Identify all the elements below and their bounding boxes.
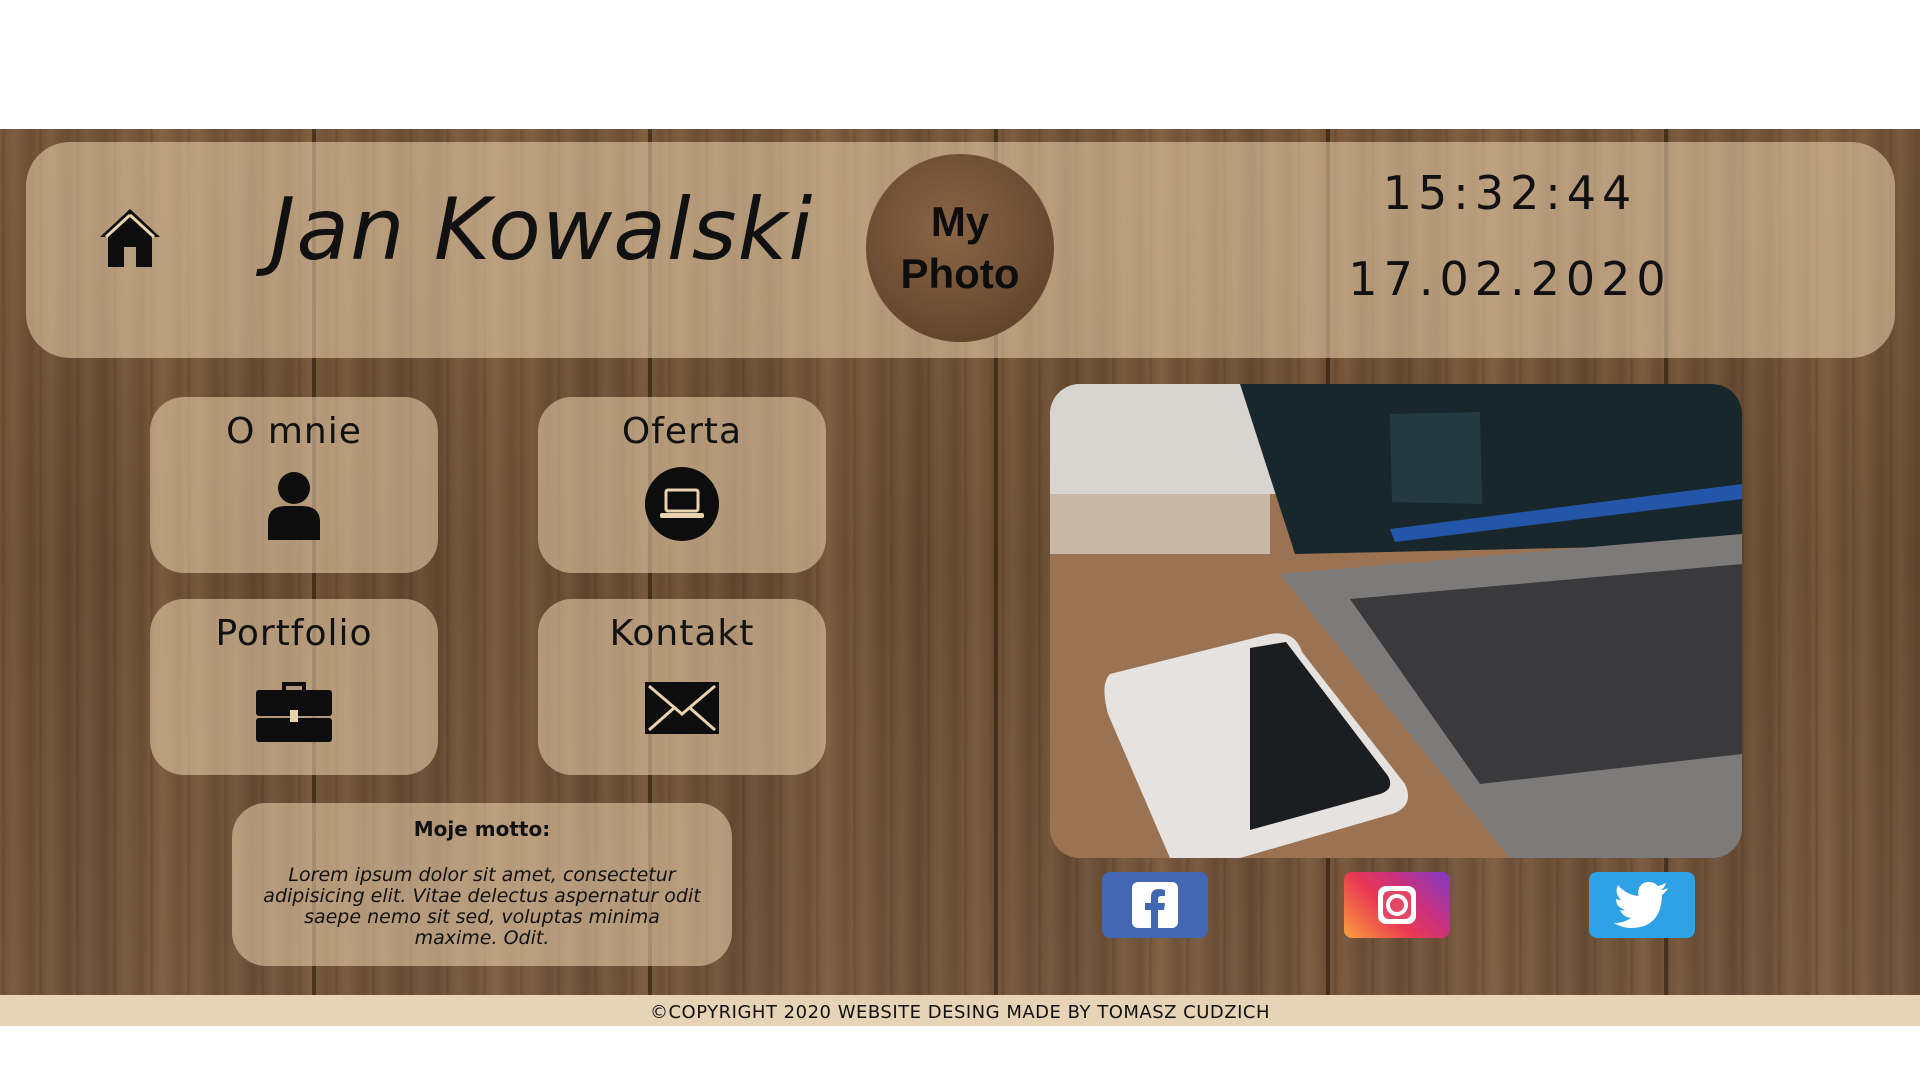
- twitter-icon: [1614, 882, 1668, 928]
- page: Jan Kowalski My Photo 15:32:44 17.02.202…: [0, 0, 1920, 1080]
- twitter-button[interactable]: [1589, 872, 1695, 938]
- motto-title: Moje motto:: [413, 817, 551, 841]
- facebook-button[interactable]: [1102, 872, 1208, 938]
- nav-tile-portfolio[interactable]: Portfolio: [150, 599, 438, 775]
- nav-tile-label: O mnie: [226, 411, 362, 452]
- briefcase-icon: [256, 668, 332, 744]
- nav-tile-label: Kontakt: [609, 613, 755, 654]
- page-title: Jan Kowalski: [270, 180, 814, 280]
- facebook-icon: [1132, 882, 1178, 928]
- nav-tile-offer[interactable]: Oferta: [538, 397, 826, 573]
- profile-photo: My Photo: [866, 154, 1054, 342]
- footer-copyright: ©COPYRIGHT 2020 WEBSITE DESING MADE BY T…: [649, 1002, 1271, 1023]
- home-icon[interactable]: [98, 205, 162, 269]
- laptop-icon: [644, 466, 720, 542]
- nav-tile-contact[interactable]: Kontakt: [538, 599, 826, 775]
- user-icon: [256, 466, 332, 542]
- motto-box: Moje motto: Lorem ipsum dolor sit amet, …: [232, 803, 732, 966]
- motto-text: Lorem ipsum dolor sit amet, consectetur …: [263, 864, 701, 949]
- clock-date: 17.02.2020: [1348, 252, 1672, 306]
- nav-tile-label: Portfolio: [215, 613, 373, 654]
- clock-time: 15:32:44: [1382, 166, 1638, 220]
- instagram-button[interactable]: [1344, 872, 1450, 938]
- instagram-icon: [1378, 886, 1416, 924]
- nav-tile-about[interactable]: O mnie: [150, 397, 438, 573]
- nav-tile-label: Oferta: [621, 411, 743, 452]
- envelope-icon: [644, 668, 720, 744]
- photo-placeholder-label: My Photo: [900, 198, 1020, 297]
- laptop-photo: [1050, 384, 1742, 858]
